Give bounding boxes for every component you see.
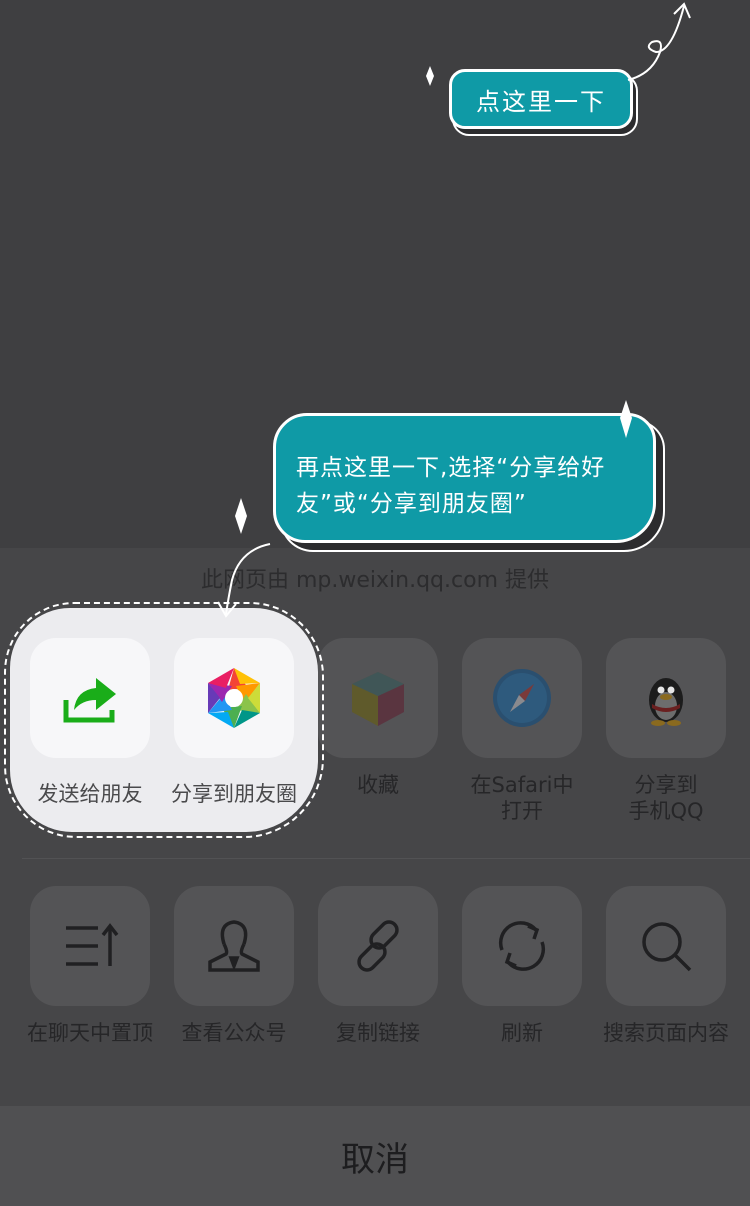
sparkle-icon — [620, 400, 632, 438]
decorative-arrows — [217, 2, 691, 618]
sparkle-icon — [235, 498, 247, 534]
sparkle-icon — [426, 66, 434, 86]
